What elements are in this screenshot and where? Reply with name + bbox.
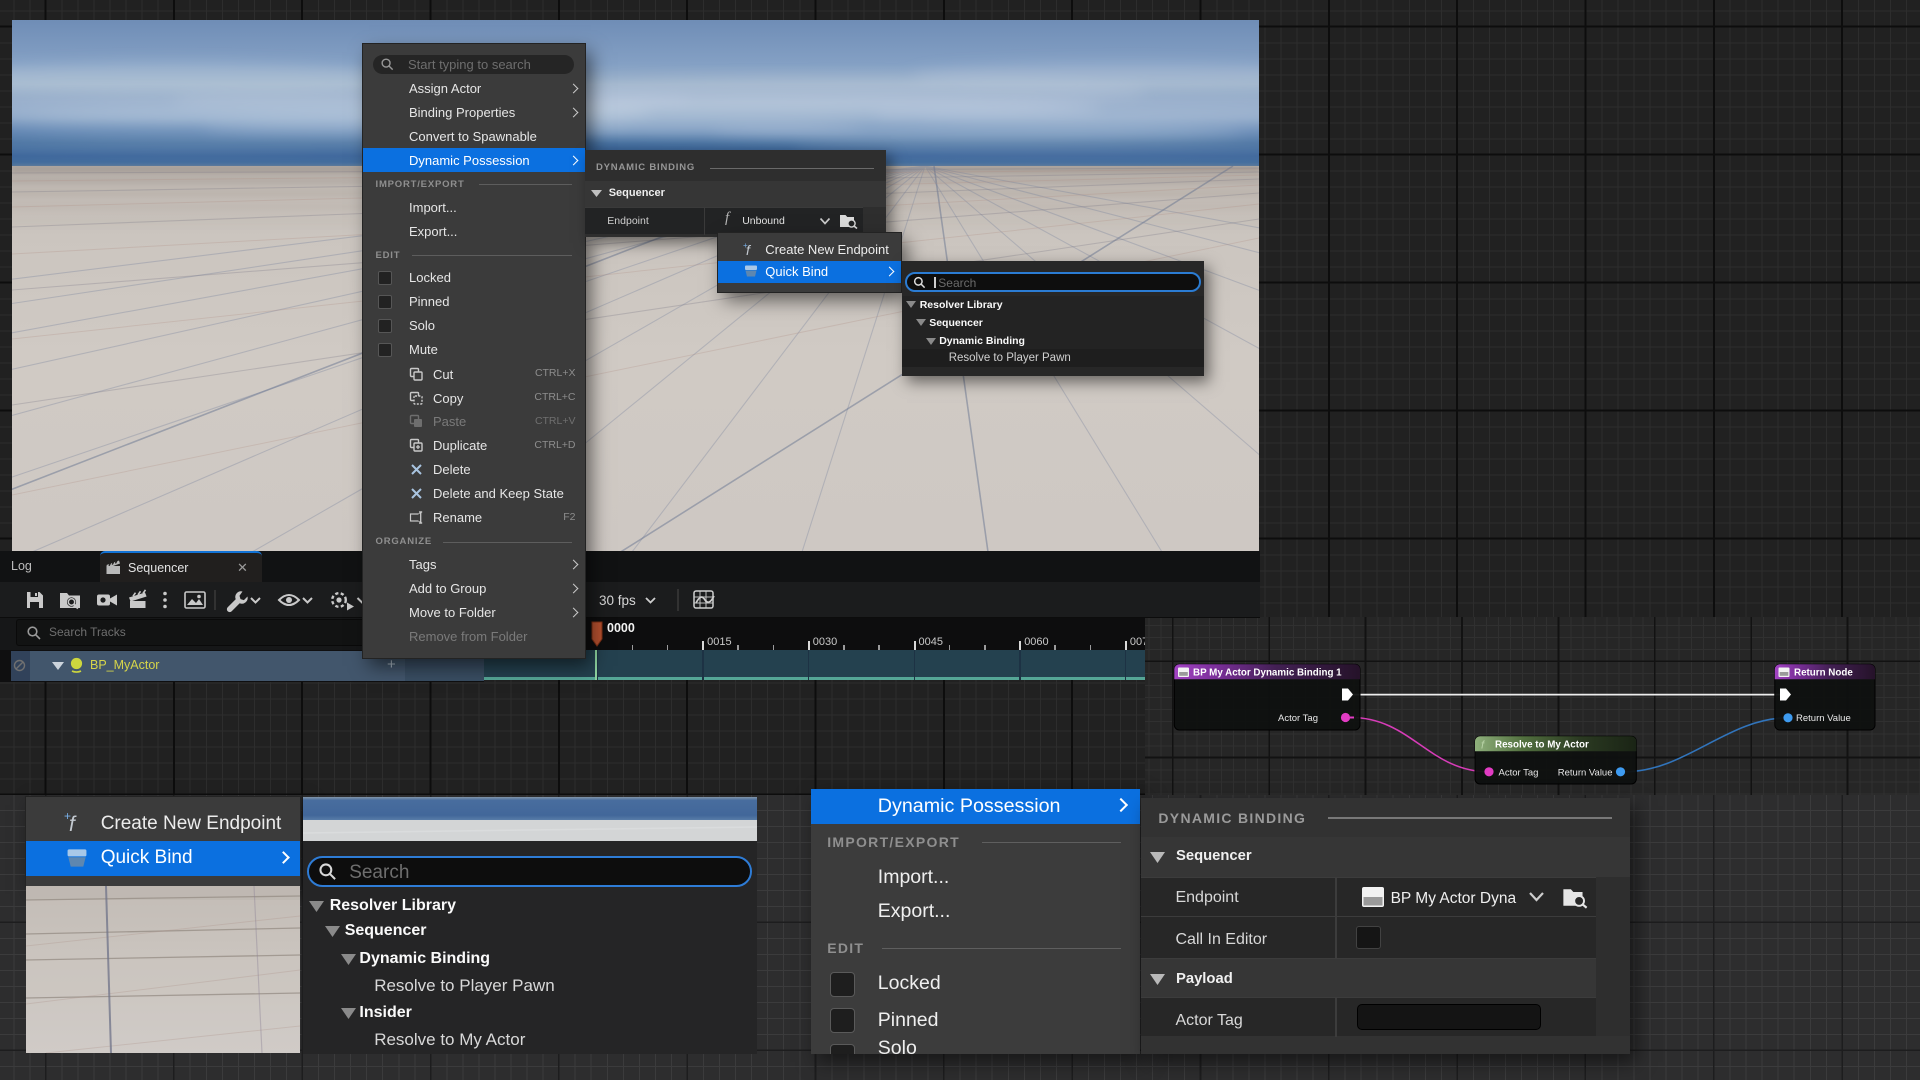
svg-text:+: + (64, 811, 71, 823)
svg-text:Return Value: Return Value (1558, 767, 1613, 778)
svg-text:BP My Actor Dynamic Binding 1: BP My Actor Dynamic Binding 1 (1193, 668, 1342, 679)
svg-text:Actor Tag: Actor Tag (1499, 767, 1539, 778)
svg-text:+: + (743, 242, 748, 250)
svg-text:Return Node: Return Node (1794, 668, 1853, 679)
svg-text:Return Value: Return Value (1796, 713, 1851, 724)
svg-text:Actor Tag: Actor Tag (1278, 713, 1318, 724)
svg-text:Resolve to My Actor: Resolve to My Actor (1495, 740, 1589, 751)
svg-text:30 fps: 30 fps (599, 593, 636, 608)
